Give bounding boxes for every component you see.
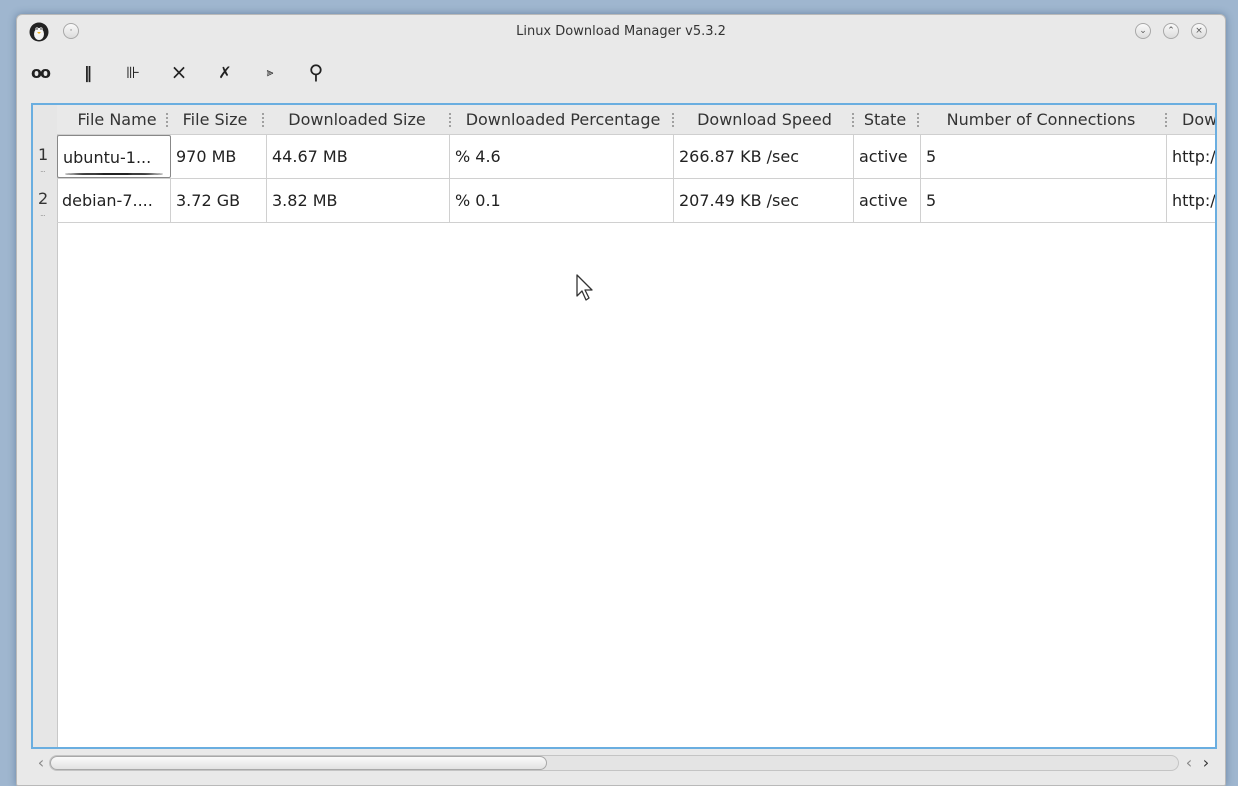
column-header-download-speed[interactable]: Download Speed [677, 105, 852, 134]
cell-downloaded-percentage[interactable]: % 4.6 [450, 135, 674, 178]
table-header: File Name File Size Downloaded Size Down… [57, 105, 1215, 135]
row-dots: ... [40, 165, 46, 174]
column-header-file-name[interactable]: File Name [67, 105, 167, 134]
remove-icon: × [170, 60, 188, 84]
remove-button[interactable]: × [166, 59, 192, 85]
properties-icon: ⫸ [266, 64, 274, 79]
scroll-left-arrow-icon[interactable]: ‹ [33, 753, 49, 773]
toolbar: oo ‖ ⊪ × ✗ ⫸ ⚲ [17, 59, 417, 87]
column-separator[interactable] [262, 113, 266, 127]
minimize-button[interactable]: ⌄ [1135, 23, 1151, 39]
cell-downloaded-size[interactable]: 3.82 MB [267, 179, 450, 222]
table-row[interactable]: ubuntu-1... 970 MB 44.67 MB % 4.6 266.87… [57, 135, 1215, 179]
scrollbar-thumb[interactable] [50, 756, 547, 770]
remove-completed-icon: ✗ [218, 62, 232, 82]
cell-focus-underline [65, 173, 163, 175]
cell-file-size[interactable]: 3.72 GB [171, 179, 267, 222]
row-dots: ... [40, 209, 46, 218]
scroll-right-arrow-icon[interactable]: › [1198, 753, 1214, 773]
row-number-label: 1 [38, 145, 49, 164]
pause-button[interactable]: ‖ [75, 59, 101, 85]
cell-download-link[interactable]: http:/ [1167, 135, 1215, 178]
column-header-file-size[interactable]: File Size [171, 105, 259, 134]
row-number-1[interactable]: 1 ... [33, 135, 57, 178]
row-number-label: 2 [38, 189, 49, 208]
scroll-left-arrow-icon[interactable]: ‹ [1181, 753, 1197, 773]
mouse-pointer-icon [576, 274, 593, 301]
column-header-state[interactable]: State [855, 105, 915, 134]
remove-completed-button[interactable]: ✗ [212, 59, 238, 85]
column-header-download-link[interactable]: Dow [1170, 105, 1215, 134]
cell-file-size[interactable]: 970 MB [171, 135, 267, 178]
cell-file-name[interactable]: ubuntu-1... [57, 135, 171, 178]
cell-downloaded-percentage[interactable]: % 0.1 [450, 179, 674, 222]
column-header-downloaded-percentage[interactable]: Downloaded Percentage [452, 105, 674, 134]
column-separator[interactable] [672, 113, 676, 127]
cell-number-of-connections[interactable]: 5 [921, 135, 1167, 178]
column-separator[interactable] [166, 113, 170, 127]
close-icon: × [1195, 25, 1203, 36]
cell-download-speed[interactable]: 266.87 KB /sec [674, 135, 854, 178]
cell-download-speed[interactable]: 207.49 KB /sec [674, 179, 854, 222]
close-button[interactable]: × [1191, 23, 1207, 39]
cell-state[interactable]: active [854, 179, 921, 222]
column-header-downloaded-size[interactable]: Downloaded Size [267, 105, 447, 134]
cell-downloaded-size[interactable]: 44.67 MB [267, 135, 450, 178]
window-title: Linux Download Manager v5.3.2 [516, 24, 726, 39]
minimize-icon: ⌄ [1139, 25, 1147, 36]
downloads-table[interactable]: File Name File Size Downloaded Size Down… [31, 103, 1217, 749]
horizontal-scrollbar[interactable]: ‹ ‹ › [31, 753, 1217, 773]
row-number-2[interactable]: 2 ... [33, 179, 57, 222]
add-link-icon: oo [31, 62, 51, 82]
maximize-button[interactable]: ⌃ [1163, 23, 1179, 39]
cell-number-of-connections[interactable]: 5 [921, 179, 1167, 222]
column-header-number-of-connections[interactable]: Number of Connections [921, 105, 1161, 134]
table-row[interactable]: debian-7.... 3.72 GB 3.82 MB % 0.1 207.4… [57, 179, 1215, 223]
cell-download-link[interactable]: http:/ [1167, 179, 1215, 222]
column-separator[interactable] [1165, 113, 1169, 127]
maximize-icon: ⌃ [1167, 25, 1175, 36]
resume-button[interactable]: ⊪ [120, 59, 146, 85]
resume-icon: ⊪ [126, 62, 140, 82]
cell-file-name[interactable]: debian-7.... [57, 179, 171, 222]
title-bar[interactable]: · Linux Download Manager v5.3.2 ⌄ ⌃ × [17, 15, 1225, 49]
properties-button[interactable]: ⫸ [257, 59, 283, 85]
search-icon: ⚲ [308, 60, 324, 84]
add-link-button[interactable]: oo [27, 59, 53, 85]
pause-icon: ‖ [84, 62, 92, 82]
search-button[interactable]: ⚲ [303, 59, 329, 85]
main-window: · Linux Download Manager v5.3.2 ⌄ ⌃ × oo… [16, 14, 1226, 786]
cell-state[interactable]: active [854, 135, 921, 178]
